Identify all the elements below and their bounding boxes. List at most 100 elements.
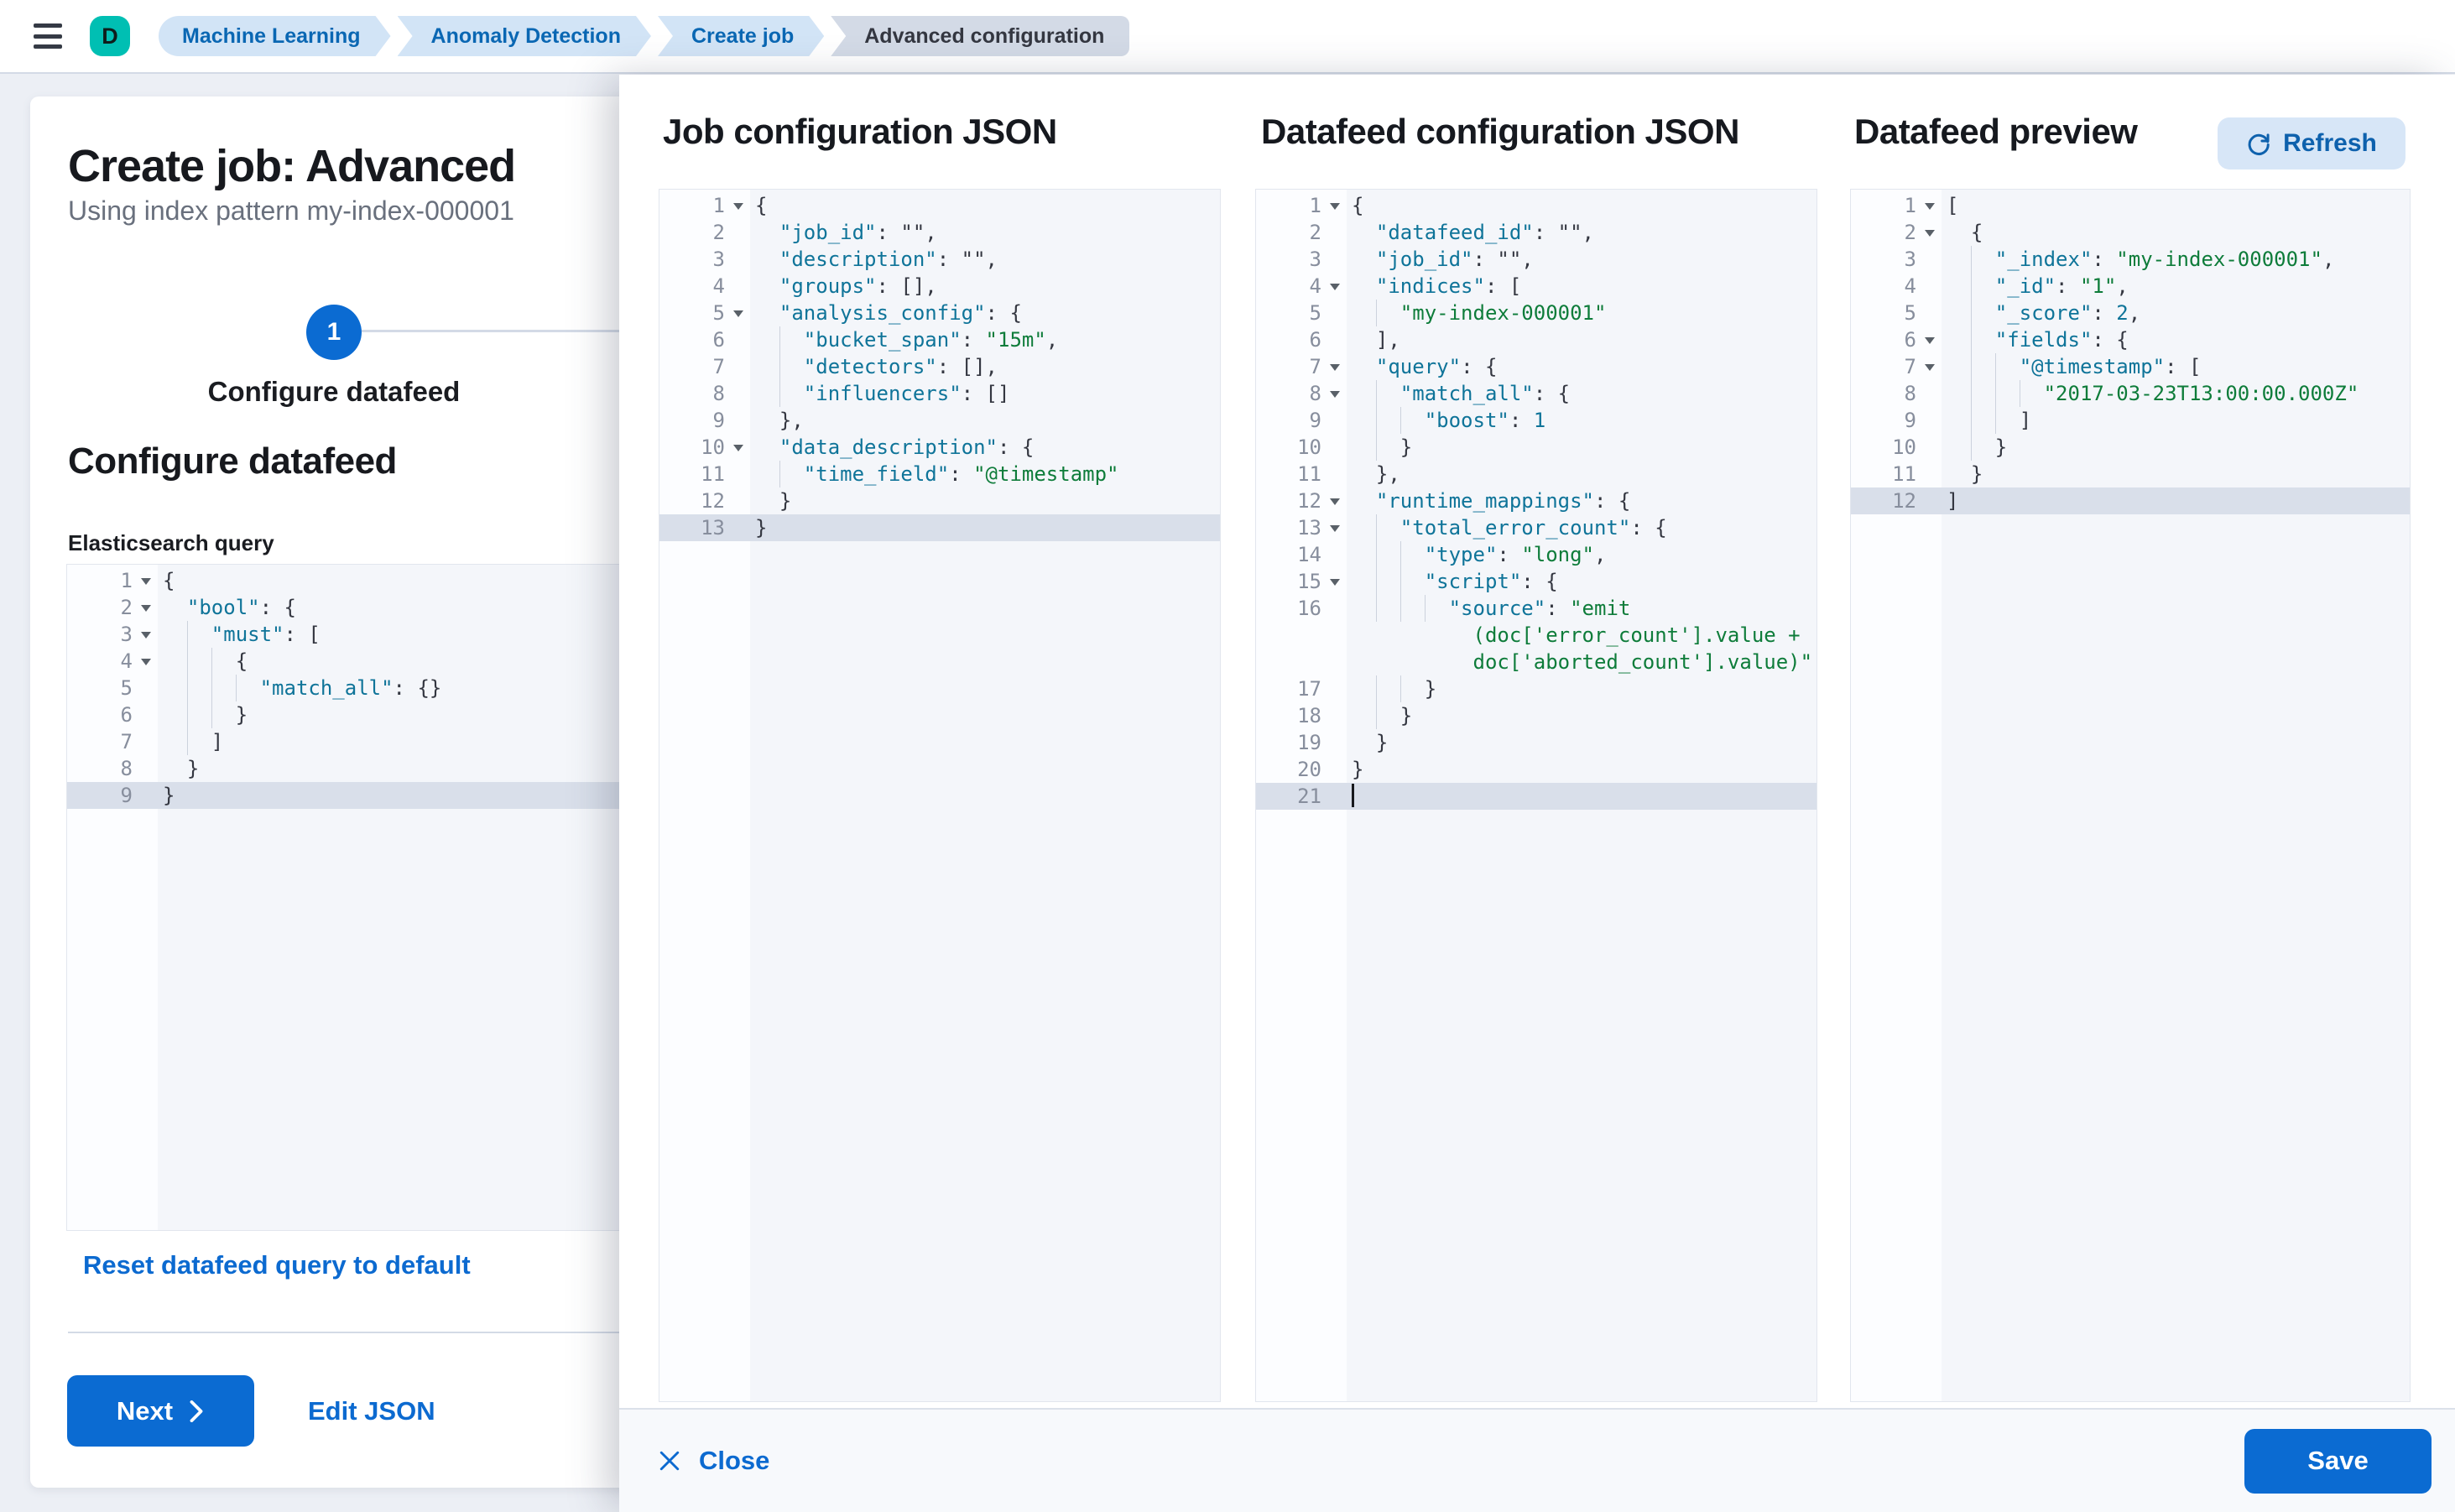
- code-line: 13}: [659, 514, 1220, 541]
- code-line: 2 "job_id": "",: [659, 219, 1220, 246]
- code-line: 4 "_id": "1",: [1851, 273, 2410, 300]
- breadcrumb-create-job[interactable]: Create job: [658, 16, 824, 56]
- text-cursor: [1352, 784, 1354, 807]
- code-line: 2 {: [1851, 219, 2410, 246]
- code-line: 2 "bool": {: [67, 594, 667, 621]
- code-line: 5 "_score": 2,: [1851, 300, 2410, 326]
- code-line: 9}: [67, 782, 667, 809]
- save-button[interactable]: Save: [2244, 1429, 2432, 1494]
- fold-arrow-icon[interactable]: [1925, 203, 1935, 210]
- close-button[interactable]: Close: [659, 1446, 769, 1476]
- fold-arrow-icon[interactable]: [1330, 498, 1340, 505]
- refresh-button-label: Refresh: [2283, 129, 2377, 158]
- close-icon: [659, 1450, 680, 1472]
- fold-arrow-icon[interactable]: [1330, 579, 1340, 586]
- code-line: 10 }: [1851, 434, 2410, 461]
- fold-arrow-icon[interactable]: [1925, 337, 1935, 344]
- flyout-footer: Close Save: [619, 1408, 2455, 1512]
- page: { "topbar": { "avatar_label": "D", "brea…: [0, 0, 2455, 1512]
- job-configuration-editor[interactable]: 1{2 "job_id": "",3 "description": "",4 "…: [659, 189, 1221, 1402]
- code-line: 11 }: [1851, 461, 2410, 487]
- code-line: 9 ]: [1851, 407, 2410, 434]
- code-line: 8 "match_all": {: [1256, 380, 1816, 407]
- code-line: 3 "must": [: [67, 621, 667, 648]
- code-line: doc['aborted_count'].value)": [1256, 649, 1816, 675]
- code-line: 7 "@timestamp": [: [1851, 353, 2410, 380]
- code-line: 3 "description": "",: [659, 246, 1220, 273]
- refresh-icon: [2246, 131, 2271, 156]
- code-line: 5 "my-index-000001": [1256, 300, 1816, 326]
- fold-arrow-icon[interactable]: [141, 632, 151, 639]
- fold-arrow-icon[interactable]: [733, 203, 743, 210]
- fold-arrow-icon[interactable]: [1330, 284, 1340, 290]
- code-line: 10 "data_description": {: [659, 434, 1220, 461]
- reset-datafeed-query-link[interactable]: Reset datafeed query to default: [83, 1250, 471, 1280]
- code-line: 4 {: [67, 648, 667, 675]
- code-line: 14 "type": "long",: [1256, 541, 1816, 568]
- fold-arrow-icon[interactable]: [1330, 525, 1340, 532]
- code-line: 1{: [659, 192, 1220, 219]
- step-1-label: Configure datafeed: [166, 376, 502, 408]
- fold-arrow-icon[interactable]: [1925, 364, 1935, 371]
- code-line: 12 }: [659, 487, 1220, 514]
- code-line: 18 }: [1256, 702, 1816, 729]
- next-button[interactable]: Next: [67, 1375, 254, 1447]
- code-line: 9 "boost": 1: [1256, 407, 1816, 434]
- fold-arrow-icon[interactable]: [141, 659, 151, 665]
- code-line: 6 ],: [1256, 326, 1816, 353]
- divider: [68, 1332, 668, 1333]
- code-line: 12 "runtime_mappings": {: [1256, 487, 1816, 514]
- breadcrumb-anomaly-detection[interactable]: Anomaly Detection: [398, 16, 651, 56]
- chevron-right-icon: [188, 1400, 205, 1422]
- section-heading: Configure datafeed: [68, 441, 397, 482]
- code-line: 7 "query": {: [1256, 353, 1816, 380]
- datafeed-configuration-editor[interactable]: 1{2 "datafeed_id": "",3 "job_id": "",4 "…: [1255, 189, 1817, 1402]
- code-line: 13 "total_error_count": {: [1256, 514, 1816, 541]
- breadcrumb-advanced-configuration: Advanced configuration: [831, 16, 1129, 56]
- code-line: 10 }: [1256, 434, 1816, 461]
- code-line: 4 "groups": [],: [659, 273, 1220, 300]
- code-line: 8 "influencers": []: [659, 380, 1220, 407]
- code-line: 20}: [1256, 756, 1816, 783]
- code-line: (doc['error_count'].value +: [1256, 622, 1816, 649]
- fold-arrow-icon[interactable]: [733, 310, 743, 317]
- fold-arrow-icon[interactable]: [733, 445, 743, 451]
- fold-arrow-icon[interactable]: [141, 578, 151, 585]
- fold-arrow-icon[interactable]: [1925, 230, 1935, 237]
- avatar[interactable]: D: [90, 16, 130, 56]
- code-line: 6 }: [67, 701, 667, 728]
- fold-arrow-icon[interactable]: [1330, 364, 1340, 371]
- code-line: 19 }: [1256, 729, 1816, 756]
- elasticsearch-query-editor[interactable]: 1{2 "bool": {3 "must": [4 {5 "match_all"…: [66, 564, 668, 1231]
- fold-arrow-icon[interactable]: [141, 605, 151, 612]
- code-line: 16 "source": "emit: [1256, 595, 1816, 622]
- step-1-indicator[interactable]: 1: [306, 305, 362, 360]
- close-button-label: Close: [699, 1446, 769, 1476]
- edit-json-link[interactable]: Edit JSON: [308, 1375, 435, 1447]
- code-line: 5 "match_all": {}: [67, 675, 667, 701]
- next-button-label: Next: [117, 1396, 173, 1426]
- code-line: 1{: [67, 567, 667, 594]
- top-navigation-bar: D Machine Learning Anomaly Detection Cre…: [0, 0, 2455, 74]
- fold-arrow-icon[interactable]: [1330, 391, 1340, 398]
- code-line: 3 "job_id": "",: [1256, 246, 1816, 273]
- job-configuration-heading: Job configuration JSON: [663, 112, 1057, 152]
- code-line: 17 }: [1256, 675, 1816, 702]
- refresh-button[interactable]: Refresh: [2218, 117, 2405, 169]
- create-job-wizard-panel: Create job: Advanced Using index pattern…: [30, 96, 668, 1488]
- code-line: 6 "bucket_span": "15m",: [659, 326, 1220, 353]
- elasticsearch-query-label: Elasticsearch query: [68, 530, 274, 556]
- code-line: 7 ]: [67, 728, 667, 755]
- edit-json-flyout: Job configuration JSON Datafeed configur…: [619, 75, 2455, 1512]
- code-line: 6 "fields": {: [1851, 326, 2410, 353]
- code-line: 8 "2017-03-23T13:00:00.000Z": [1851, 380, 2410, 407]
- code-line: 3 "_index": "my-index-000001",: [1851, 246, 2410, 273]
- menu-icon[interactable]: [34, 23, 62, 49]
- page-title: Create job: Advanced: [68, 140, 515, 192]
- breadcrumb-machine-learning[interactable]: Machine Learning: [159, 16, 391, 56]
- fold-arrow-icon[interactable]: [1330, 203, 1340, 210]
- code-line: 21: [1256, 783, 1816, 810]
- code-line: 4 "indices": [: [1256, 273, 1816, 300]
- datafeed-preview-editor[interactable]: 1[2 {3 "_index": "my-index-000001",4 "_i…: [1850, 189, 2411, 1402]
- code-line: 5 "analysis_config": {: [659, 300, 1220, 326]
